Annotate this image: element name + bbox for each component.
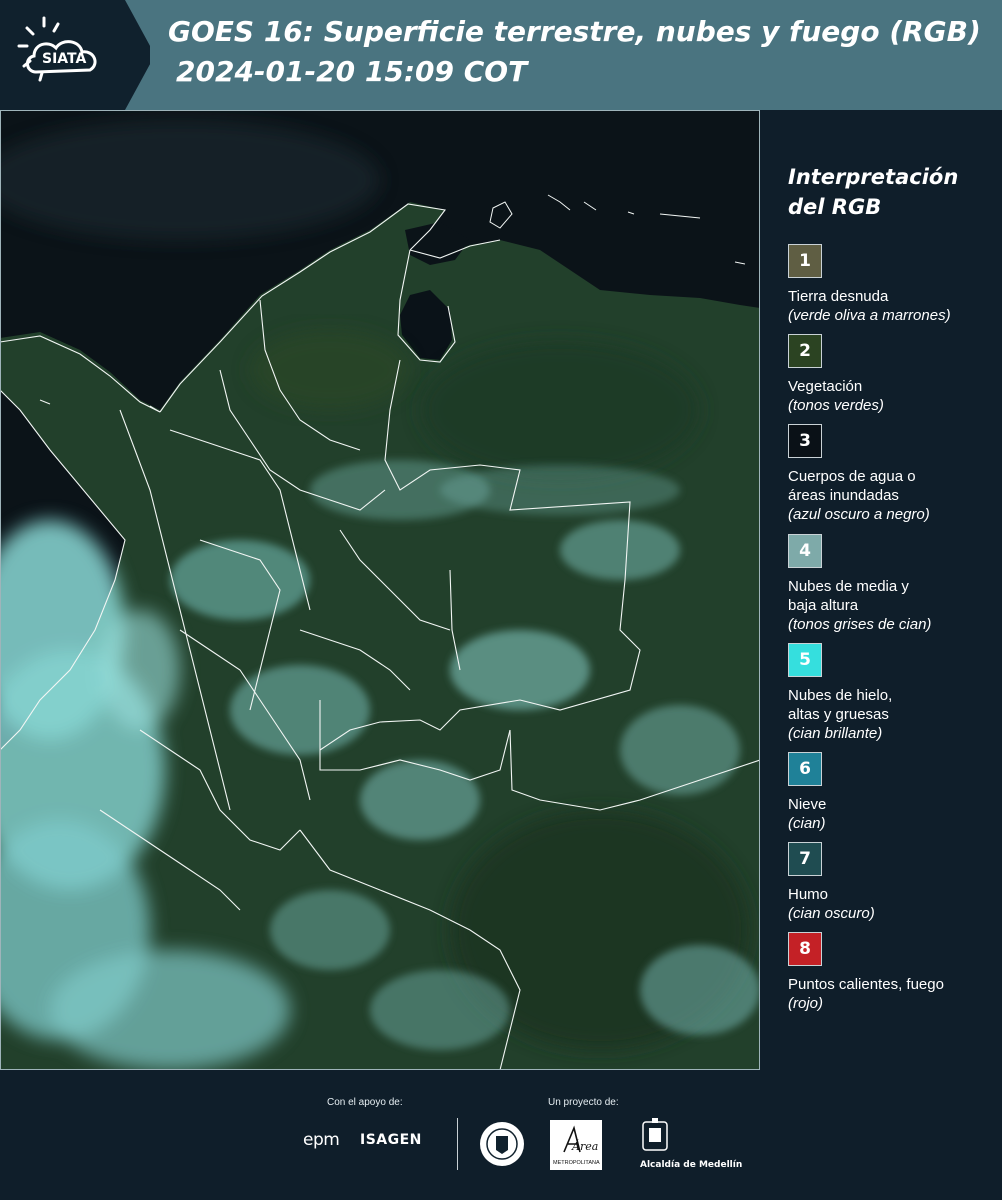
project-label: Un proyecto de:	[548, 1097, 619, 1108]
legend-item-vegetation: 2 Vegetación (tonos verdes)	[788, 334, 998, 415]
legend-sublabel: (cian oscuro)	[788, 905, 875, 922]
isagen-logo: ISAGEN	[360, 1132, 422, 1148]
legend-item-smoke: 7 Humo (cian oscuro)	[788, 842, 998, 923]
page-title: GOES 16: Superficie terrestre, nubes y f…	[168, 15, 981, 48]
legend-label: Nieve	[788, 796, 827, 813]
legend-title: Interpretación del RGB	[788, 165, 959, 219]
legend-item-snow: 6 Nieve (cian)	[788, 752, 998, 833]
legend-panel: Interpretación del RGB 1 Tierra desnuda …	[760, 110, 1002, 1070]
legend-swatch: 1	[788, 244, 822, 278]
medellin-crest-icon	[642, 1118, 668, 1151]
legend-sublabel: (tonos grises de cian)	[788, 616, 932, 633]
divider	[457, 1118, 458, 1170]
legend-swatch: 7	[788, 842, 822, 876]
header-banner: SIATA GOES 16: Superficie terrestre, nub…	[0, 0, 1002, 110]
legend-swatch: 4	[788, 534, 822, 568]
legend-sublabel: (cian brillante)	[788, 725, 883, 742]
legend-sublabel: (cian)	[788, 815, 826, 832]
legend-label: Tierra desnuda	[788, 288, 889, 305]
alcaldia-label: Alcaldía de Medellín	[640, 1160, 743, 1170]
legend-item-water: 3 Cuerpos de agua o áreas inundadas (azu…	[788, 424, 998, 524]
legend-sublabel: (tonos verdes)	[788, 397, 884, 414]
legend-label: Puntos calientes, fuego	[788, 976, 944, 993]
legend-item-ice-clouds: 5 Nubes de hielo, altas y gruesas (cian …	[788, 643, 998, 743]
svg-text:SIATA: SIATA	[42, 51, 87, 67]
legend-label: Nubes de hielo, altas y gruesas	[788, 687, 893, 723]
legend-sublabel: (azul oscuro a negro)	[788, 506, 930, 523]
legend-sublabel: (verde oliva a marrones)	[788, 307, 951, 324]
legend-label: Humo	[788, 886, 829, 903]
legend-label: Nubes de media y baja altura	[788, 578, 909, 614]
seal-icon	[480, 1122, 524, 1166]
legend-item-bare-soil: 1 Tierra desnuda (verde oliva a marrones…	[788, 244, 998, 325]
footer: Con el apoyo de: Un proyecto de: epm ISA…	[0, 1070, 1002, 1200]
legend-label: Cuerpos de agua o áreas inundadas	[788, 468, 916, 504]
legend-item-fire: 8 Puntos calientes, fuego (rojo)	[788, 932, 998, 1013]
timestamp: 2024-01-20 15:09 COT	[176, 55, 528, 88]
legend-swatch: 2	[788, 334, 822, 368]
legend-swatch: 5	[788, 643, 822, 677]
siata-logo: SIATA	[0, 0, 150, 110]
legend-item-low-clouds: 4 Nubes de media y baja altura (tonos gr…	[788, 534, 998, 634]
legend-label: Vegetación	[788, 378, 863, 395]
legend-sublabel: (rojo)	[788, 995, 824, 1012]
support-label: Con el apoyo de:	[327, 1097, 403, 1108]
legend-swatch: 6	[788, 752, 822, 786]
legend-swatch: 8	[788, 932, 822, 966]
legend-swatch: 3	[788, 424, 822, 458]
svg-text:METROPOLITANA: METROPOLITANA	[553, 1160, 600, 1166]
area-metropolitana-logo: Área METROPOLITANA	[550, 1120, 602, 1170]
svg-text:Área: Área	[571, 1139, 598, 1153]
epm-logo: epm	[303, 1130, 340, 1150]
satellite-map[interactable]	[0, 110, 760, 1070]
